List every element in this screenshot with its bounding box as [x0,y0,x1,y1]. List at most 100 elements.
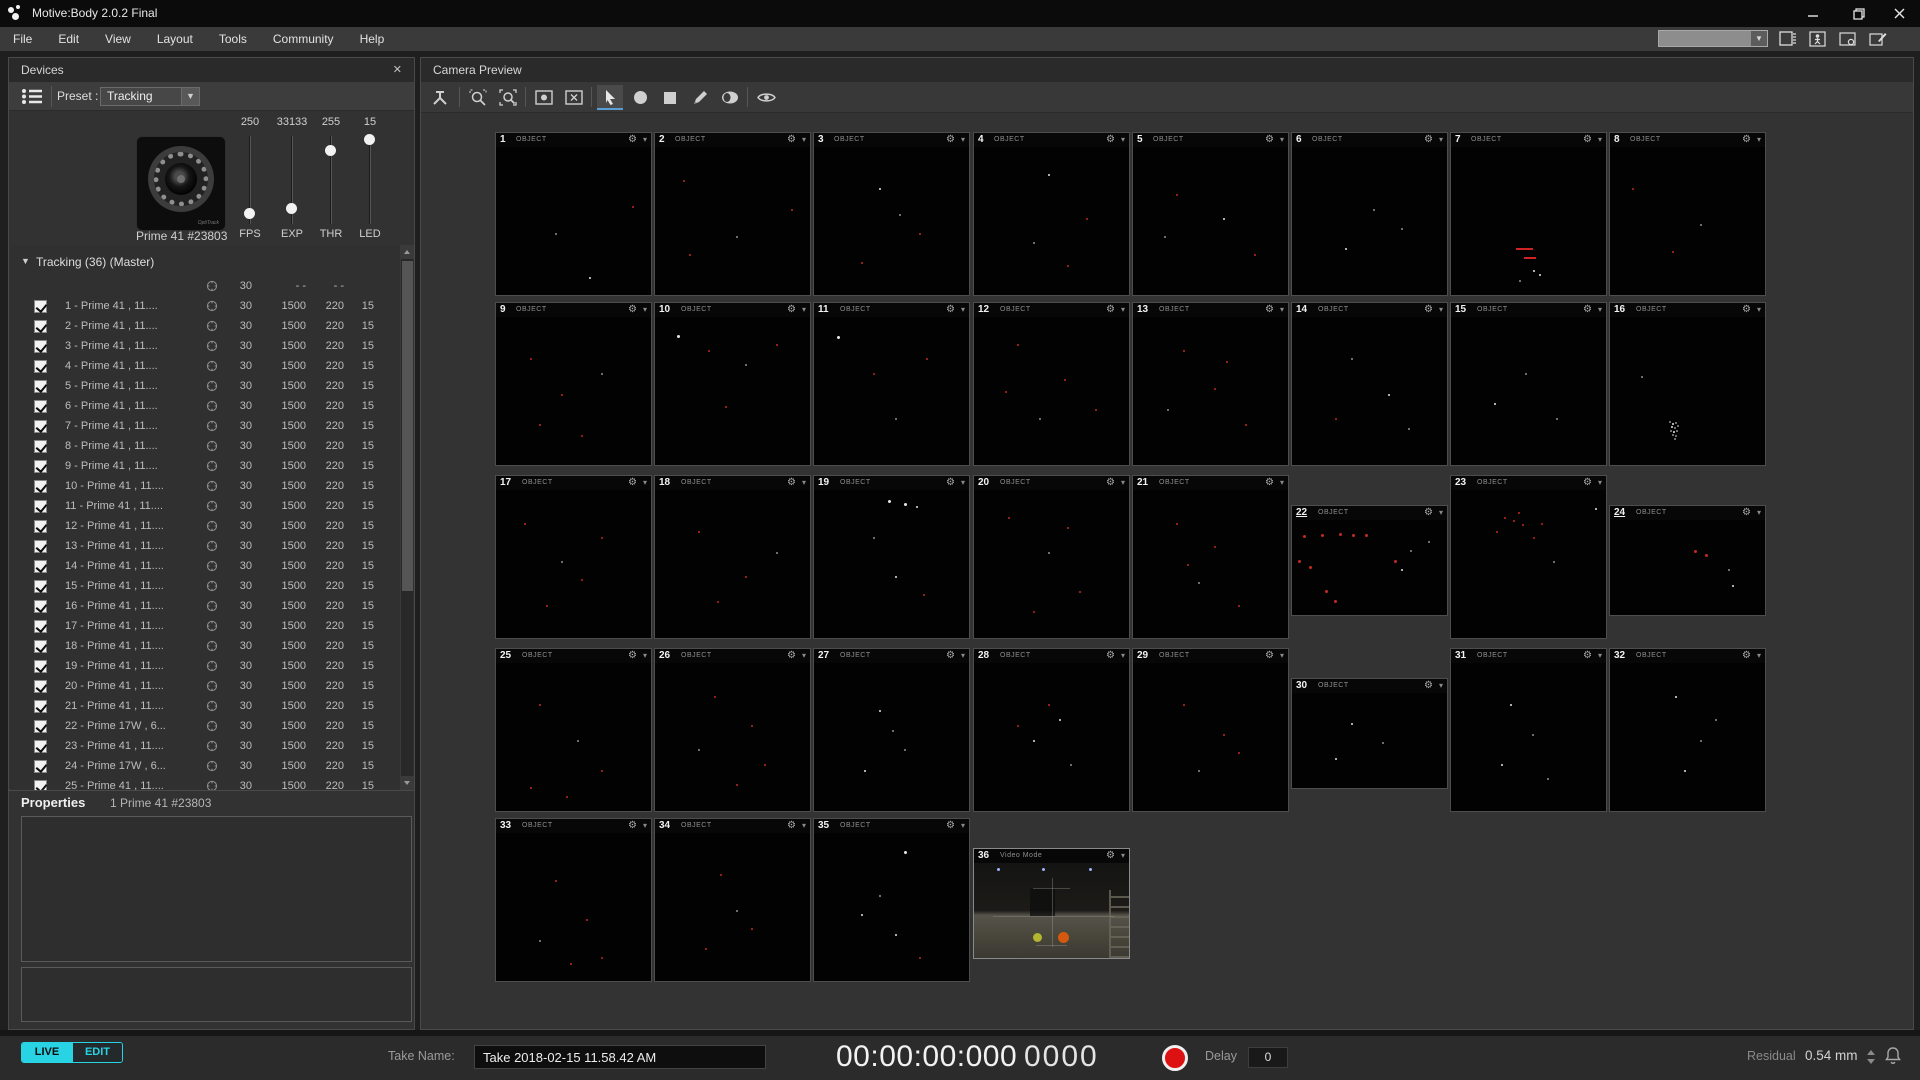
camera-cell-33[interactable]: 33OBJECT⚙▾ [495,818,652,982]
camera-view[interactable] [1451,490,1606,638]
gear-icon[interactable]: ⚙ [628,477,637,488]
camera-cell-23[interactable]: 23OBJECT⚙▾ [1450,475,1607,639]
camera-cell-15[interactable]: 15OBJECT⚙▾ [1450,302,1607,466]
visibility-eye-icon[interactable] [753,85,779,110]
camera-view[interactable] [974,863,1129,958]
gear-icon[interactable]: ⚙ [1265,304,1274,315]
close-icon[interactable]: ✕ [393,58,402,82]
slider-led[interactable]: 15LED [348,116,392,244]
menu-community[interactable]: Community [260,27,347,51]
camera-view[interactable] [974,490,1129,638]
chevron-down-icon[interactable]: ▾ [1598,651,1602,660]
device-enabled-checkbox[interactable] [34,400,47,413]
device-enabled-checkbox[interactable] [34,720,47,733]
camera-cell-34[interactable]: 34OBJECT⚙▾ [654,818,811,982]
gear-icon[interactable]: ⚙ [628,304,637,315]
device-list-view-icon[interactable] [21,87,43,110]
device-enabled-checkbox[interactable] [34,640,47,653]
chevron-down-icon[interactable]: ▾ [961,305,965,314]
device-row[interactable]: 12 - Prime 41 , 11....30150022015 [10,517,414,537]
camera-cell-16[interactable]: 16OBJECT⚙▾ [1609,302,1766,466]
device-enabled-checkbox[interactable] [34,660,47,673]
minimize-button[interactable] [1790,0,1836,27]
group-collapse-icon[interactable]: ▼ [21,256,30,266]
skeleton-person-icon[interactable] [1806,29,1830,48]
device-enabled-checkbox[interactable] [34,780,47,790]
camera-view[interactable] [655,663,810,811]
chevron-down-icon[interactable]: ▾ [1121,305,1125,314]
chevron-down-icon[interactable]: ▾ [1121,651,1125,660]
pencil-tool-icon[interactable] [687,85,713,110]
chevron-down-icon[interactable]: ▾ [1121,478,1125,487]
device-row[interactable]: 9 - Prime 41 , 11....30150022015 [10,457,414,477]
gear-icon[interactable]: ⚙ [787,304,796,315]
camera-cell-25[interactable]: 25OBJECT⚙▾ [495,648,652,812]
device-enabled-checkbox[interactable] [34,300,47,313]
chevron-down-icon[interactable]: ▾ [1598,478,1602,487]
gear-icon[interactable]: ⚙ [1424,304,1433,315]
residual-spinner[interactable] [1866,1050,1876,1066]
device-enabled-checkbox[interactable] [34,600,47,613]
chevron-down-icon[interactable]: ▾ [1757,135,1761,144]
gear-icon[interactable]: ⚙ [787,134,796,145]
gear-icon[interactable]: ⚙ [946,820,955,831]
gear-icon[interactable]: ⚙ [628,134,637,145]
menu-help[interactable]: Help [347,27,398,51]
camera-view[interactable] [1610,520,1765,615]
device-enabled-checkbox[interactable] [34,420,47,433]
device-row[interactable]: 7 - Prime 41 , 11....30150022015 [10,417,414,437]
camera-view[interactable] [1610,663,1765,811]
close-button[interactable] [1878,0,1920,27]
camera-view[interactable] [1133,663,1288,811]
camera-view[interactable] [496,147,651,295]
chevron-down-icon[interactable]: ▾ [1598,135,1602,144]
gear-icon[interactable]: ⚙ [1106,650,1115,661]
camera-cell-24[interactable]: 24OBJECT⚙▾ [1609,505,1766,616]
slider-knob[interactable] [364,134,375,145]
circle-tool-icon[interactable] [627,85,653,110]
camera-view[interactable] [1292,520,1447,615]
gear-icon[interactable]: ⚙ [628,820,637,831]
camera-cell-22[interactable]: 22OBJECT⚙▾ [1291,505,1448,616]
gear-icon[interactable]: ⚙ [1583,650,1592,661]
camera-view[interactable] [1292,317,1447,465]
camera-cell-36[interactable]: 36Video Mode⚙▾ [973,848,1130,959]
camera-cell-10[interactable]: 10OBJECT⚙▾ [654,302,811,466]
gear-icon[interactable]: ⚙ [1583,304,1592,315]
camera-cell-8[interactable]: 8OBJECT⚙▾ [1609,132,1766,296]
camera-cell-4[interactable]: 4OBJECT⚙▾ [973,132,1130,296]
device-row[interactable]: 19 - Prime 41 , 11....30150022015 [10,657,414,677]
chevron-down-icon[interactable]: ▾ [961,651,965,660]
gear-icon[interactable]: ⚙ [787,650,796,661]
chevron-down-icon[interactable]: ▾ [643,651,647,660]
camera-view[interactable] [1292,147,1447,295]
chevron-down-icon[interactable]: ▾ [1598,305,1602,314]
device-enabled-checkbox[interactable] [34,320,47,333]
device-row[interactable]: 1 - Prime 41 , 11....30150022015 [10,297,414,317]
device-row[interactable]: 16 - Prime 41 , 11....30150022015 [10,597,414,617]
camera-view[interactable] [1451,317,1606,465]
layout-list-icon[interactable] [1776,29,1800,48]
chevron-down-icon[interactable]: ▾ [802,135,806,144]
camera-cell-27[interactable]: 27OBJECT⚙▾ [813,648,970,812]
gear-icon[interactable]: ⚙ [1106,134,1115,145]
slider-knob[interactable] [286,203,297,214]
chevron-down-icon[interactable]: ▾ [802,821,806,830]
device-row[interactable]: 10 - Prime 41 , 11....30150022015 [10,477,414,497]
chevron-down-icon[interactable]: ▾ [1280,478,1284,487]
camera-cell-28[interactable]: 28OBJECT⚙▾ [973,648,1130,812]
slider-knob[interactable] [325,145,336,156]
gear-icon[interactable]: ⚙ [787,477,796,488]
camera-cell-1[interactable]: 1OBJECT⚙▾ [495,132,652,296]
take-name-input[interactable] [474,1045,766,1069]
camera-view[interactable] [1133,317,1288,465]
device-enabled-checkbox[interactable] [34,360,47,373]
gear-icon[interactable]: ⚙ [1583,477,1592,488]
camera-cell-30[interactable]: 30OBJECT⚙▾ [1291,678,1448,789]
scroll-up-button[interactable] [401,245,414,259]
device-row[interactable]: 20 - Prime 41 , 11....30150022015 [10,677,414,697]
gear-icon[interactable]: ⚙ [1424,680,1433,691]
device-enabled-checkbox[interactable] [34,680,47,693]
device-row[interactable]: 18 - Prime 41 , 11....30150022015 [10,637,414,657]
chevron-down-icon[interactable]: ▾ [643,305,647,314]
